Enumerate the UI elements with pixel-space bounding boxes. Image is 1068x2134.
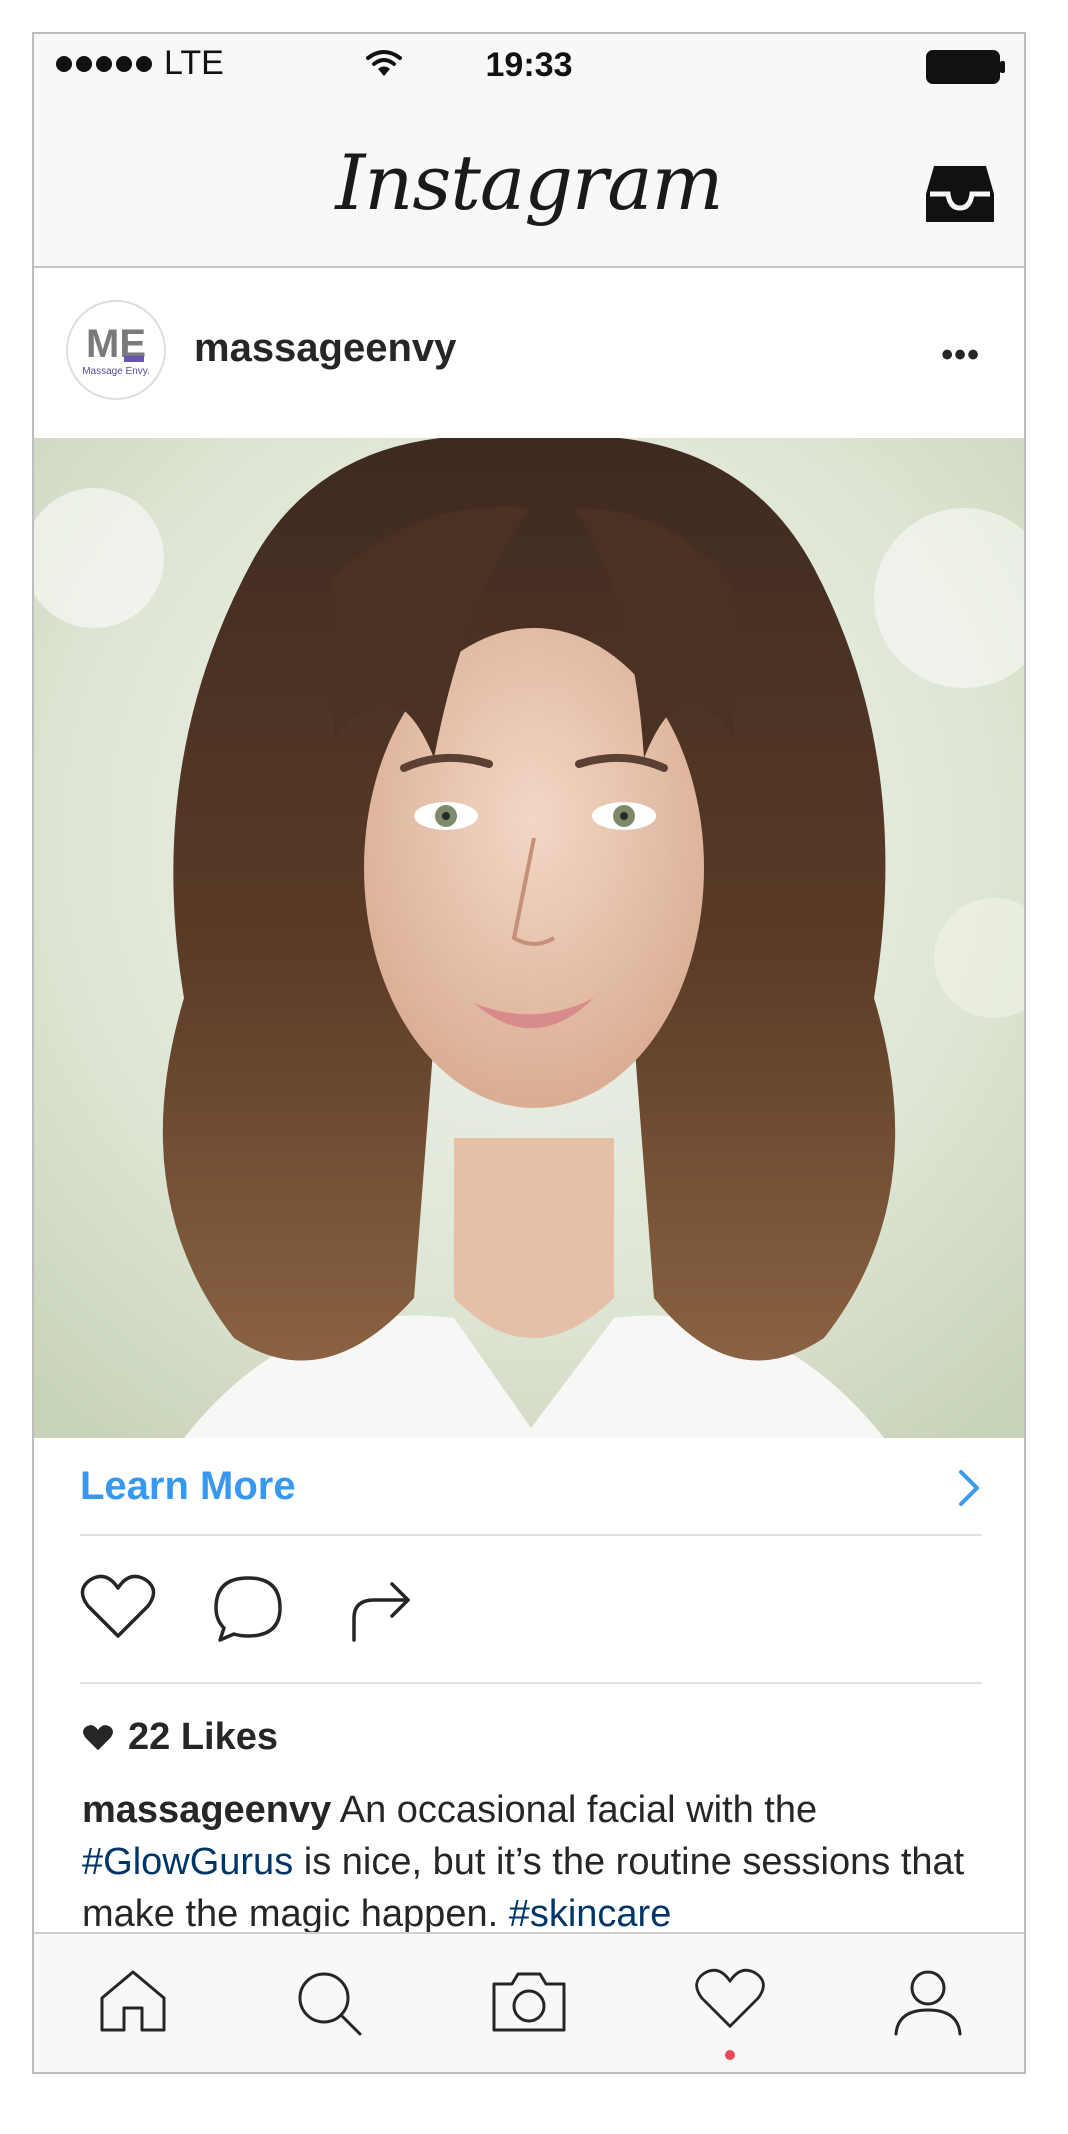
camera-icon[interactable] xyxy=(490,1968,568,2034)
avatar-monogram: ME xyxy=(86,322,146,366)
activity-heart-icon[interactable] xyxy=(694,1968,766,2030)
bottom-tab-bar xyxy=(34,1932,1024,2072)
clock: 19:33 xyxy=(485,46,573,84)
search-icon[interactable] xyxy=(294,1968,364,2038)
learn-more-label: Learn More xyxy=(80,1464,296,1508)
home-icon[interactable] xyxy=(96,1968,170,2034)
avatar-brand: Massage Envy. xyxy=(82,366,150,377)
notification-dot xyxy=(725,2050,735,2060)
post-username[interactable]: massageenvy xyxy=(194,326,456,371)
hashtag-link[interactable]: #skincare xyxy=(509,1893,672,1935)
top-nav-bar: Instagram xyxy=(34,98,1024,268)
caption-username[interactable]: massageenvy xyxy=(82,1789,331,1831)
more-horizontal-icon[interactable]: ••• xyxy=(941,336,980,375)
caption-text-1: An occasional facial with the xyxy=(331,1789,818,1831)
comment-bubble-icon[interactable] xyxy=(212,1574,284,1644)
instagram-logo: Instagram xyxy=(335,138,723,227)
avatar-accent-bar xyxy=(124,356,144,362)
battery-icon xyxy=(926,50,1005,84)
post-photo[interactable] xyxy=(34,438,1024,1438)
likes-count: 22 Likes xyxy=(128,1716,278,1758)
likes-row[interactable]: 22 Likes xyxy=(82,1716,278,1759)
phone-frame: LTE 19:33 Instagram ME Massage Envy. mas… xyxy=(32,32,1026,2074)
post-caption: massageenvy An occasional facial with th… xyxy=(82,1784,998,1940)
status-bar: LTE 19:33 xyxy=(34,34,1024,98)
chevron-right-icon xyxy=(959,1470,979,1506)
share-arrow-icon[interactable] xyxy=(348,1574,414,1644)
post-actions xyxy=(80,1534,982,1684)
inbox-tray-icon[interactable] xyxy=(924,164,996,226)
portrait-photo xyxy=(34,438,1024,1438)
heart-filled-icon xyxy=(83,1724,113,1750)
heart-outline-icon[interactable] xyxy=(80,1574,156,1640)
avatar[interactable]: ME Massage Envy. xyxy=(66,300,166,400)
learn-more-button[interactable]: Learn More xyxy=(80,1438,982,1536)
profile-icon[interactable] xyxy=(892,1968,964,2036)
hashtag-link[interactable]: #GlowGurus xyxy=(82,1841,293,1883)
post-header: ME Massage Envy. massageenvy ••• xyxy=(34,268,1024,438)
